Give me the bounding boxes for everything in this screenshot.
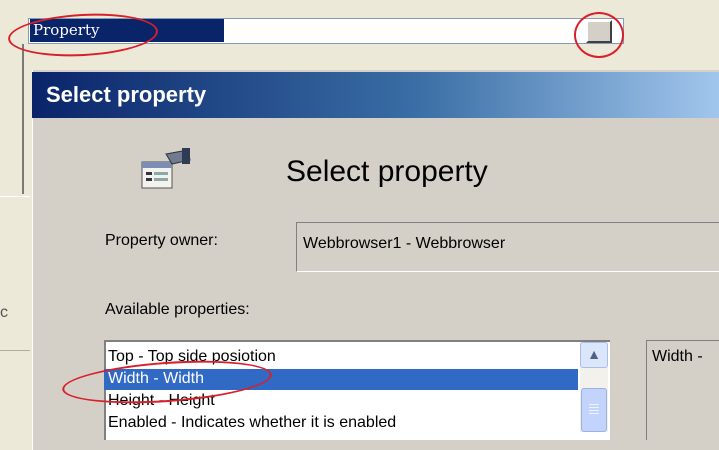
list-item[interactable]: Height - Height bbox=[104, 391, 578, 412]
scrollbar-grip bbox=[589, 404, 599, 405]
property-owner-label: Property owner: bbox=[105, 232, 218, 249]
list-item[interactable]: Enabled - Indicates whether it is enable… bbox=[104, 413, 578, 434]
property-owner-value: Webbrowser1 - Webbrowser bbox=[303, 235, 506, 252]
scrollbar-grip bbox=[589, 413, 599, 414]
scrollbar-grip bbox=[589, 407, 599, 408]
property-label[interactable]: Property bbox=[30, 19, 224, 42]
divider bbox=[0, 196, 30, 197]
scrollbar-grip bbox=[589, 410, 599, 411]
list-item-selected[interactable]: Width - Width bbox=[104, 369, 578, 390]
properties-icon bbox=[141, 148, 191, 189]
background-frame bbox=[22, 44, 28, 194]
dialog-title: Select property bbox=[46, 82, 207, 107]
partial-glyph: c bbox=[0, 304, 8, 321]
description-text: Width - bbox=[652, 348, 703, 365]
divider bbox=[0, 350, 30, 351]
property-browse-button[interactable] bbox=[586, 20, 612, 43]
chevron-up-icon[interactable]: ▲ bbox=[580, 342, 608, 368]
available-properties-label: Available properties: bbox=[105, 301, 250, 318]
dialog-heading: Select property bbox=[286, 155, 488, 188]
list-item[interactable]: Top - Top side posiotion bbox=[104, 347, 578, 368]
